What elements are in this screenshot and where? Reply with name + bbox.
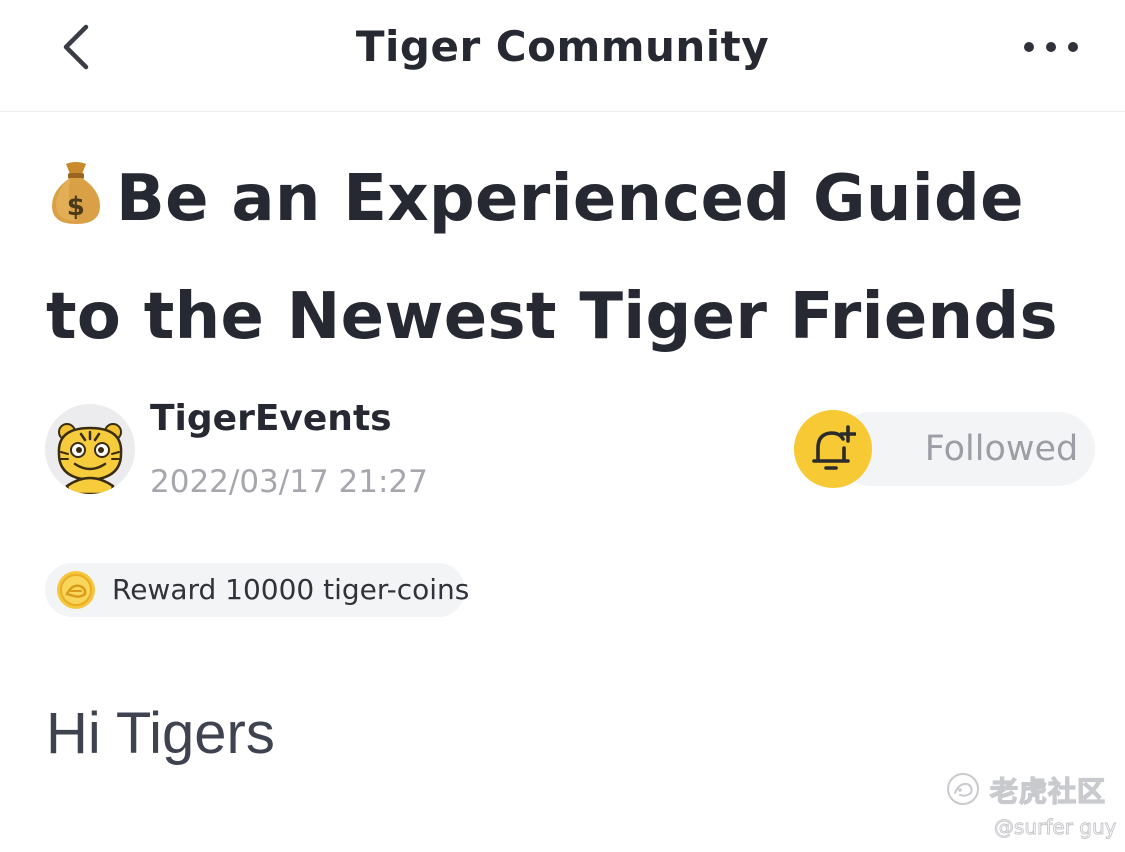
tiger-avatar-icon [45,404,135,494]
article-title: $ Be an Experienced Guide to the Newest … [46,140,1086,376]
followed-label: Followed [924,429,1079,469]
more-options-button[interactable] [1014,22,1088,72]
author-name[interactable]: TigerEvents [150,398,392,439]
post-timestamp: 2022/03/17 21:27 [150,464,428,500]
reward-chip[interactable]: Reward 10000 tiger-coins [45,563,469,617]
article-body-heading: Hi Tigers [46,701,275,766]
watermark-brand: 老虎社区 [989,774,1107,808]
reward-label: Reward 10000 tiger-coins [112,573,470,606]
author-avatar[interactable] [45,404,135,494]
page-title: Tiger Community [355,22,770,71]
followed-button[interactable]: Followed [834,412,1095,486]
svg-text:$: $ [67,192,85,222]
tiger-coin-icon [57,571,95,609]
watermark-logo-icon [947,773,979,805]
back-button[interactable] [44,14,104,80]
more-dots-icon [1024,42,1078,52]
bell-plus-icon [812,425,856,470]
notify-bell-button[interactable] [794,410,872,488]
nav-bar: Tiger Community [0,0,1125,112]
article-title-text: Be an Experienced Guide to the Newest Ti… [46,162,1058,354]
follow-control: Followed [794,410,1096,488]
watermark-username: @surfer guy [993,815,1117,840]
chevron-left-icon [63,24,89,70]
money-bag-icon: $ [52,162,100,224]
